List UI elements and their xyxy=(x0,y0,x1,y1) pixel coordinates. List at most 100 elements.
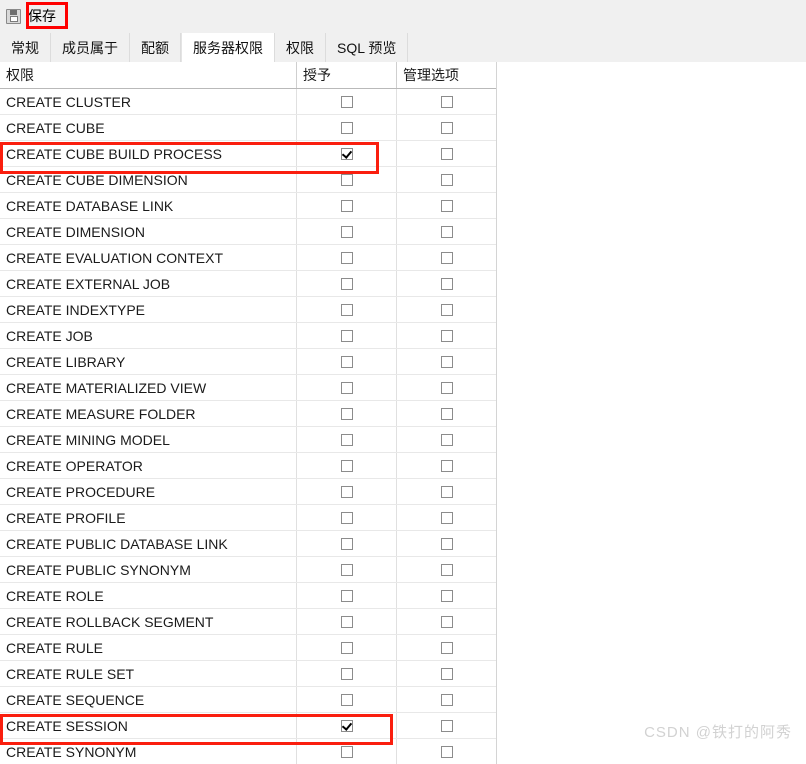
table-row[interactable]: CREATE OPERATOR xyxy=(0,453,496,479)
admin-option-checkbox[interactable] xyxy=(440,459,453,472)
save-button[interactable]: 保存 xyxy=(6,4,58,28)
grant-checkbox[interactable] xyxy=(340,407,353,420)
table-row[interactable]: CREATE ROLLBACK SEGMENT xyxy=(0,609,496,635)
admin-option-checkbox[interactable] xyxy=(440,225,453,238)
grant-checkbox[interactable] xyxy=(340,303,353,316)
tab-3[interactable]: 服务器权限 xyxy=(181,33,275,62)
table-row[interactable]: CREATE LIBRARY xyxy=(0,349,496,375)
tab-1[interactable]: 成员属于 xyxy=(51,33,130,62)
admin-option-cell xyxy=(397,505,496,530)
admin-option-checkbox[interactable] xyxy=(440,277,453,290)
table-row[interactable]: CREATE CUBE xyxy=(0,115,496,141)
grant-checkbox[interactable] xyxy=(340,615,353,628)
admin-option-checkbox[interactable] xyxy=(440,589,453,602)
tab-4[interactable]: 权限 xyxy=(275,33,326,62)
server-permissions-table[interactable]: 权限 授予 管理选项 CREATE CLUSTER CREATE CUBE CREA… xyxy=(0,62,497,764)
grant-checkbox[interactable] xyxy=(340,485,353,498)
admin-option-checkbox[interactable] xyxy=(440,381,453,394)
table-row[interactable]: CREATE EVALUATION CONTEXT xyxy=(0,245,496,271)
grant-cell xyxy=(297,245,397,270)
table-row[interactable]: CREATE DATABASE LINK xyxy=(0,193,496,219)
table-row[interactable]: CREATE RULE xyxy=(0,635,496,661)
grant-checkbox[interactable] xyxy=(340,147,353,160)
grant-checkbox[interactable] xyxy=(340,537,353,550)
grant-checkbox[interactable] xyxy=(340,251,353,264)
admin-option-checkbox[interactable] xyxy=(440,537,453,550)
table-row[interactable]: CREATE SYNONYM xyxy=(0,739,496,764)
admin-option-cell xyxy=(397,635,496,660)
grant-checkbox[interactable] xyxy=(340,95,353,108)
grant-checkbox[interactable] xyxy=(340,589,353,602)
table-row[interactable]: CREATE PUBLIC DATABASE LINK xyxy=(0,531,496,557)
admin-option-checkbox[interactable] xyxy=(440,407,453,420)
grant-checkbox[interactable] xyxy=(340,745,353,758)
table-row[interactable]: CREATE CLUSTER xyxy=(0,89,496,115)
tab-0[interactable]: 常规 xyxy=(0,33,51,62)
admin-option-checkbox[interactable] xyxy=(440,303,453,316)
grant-checkbox[interactable] xyxy=(340,563,353,576)
grant-checkbox[interactable] xyxy=(340,433,353,446)
grant-checkbox[interactable] xyxy=(340,173,353,186)
admin-option-checkbox[interactable] xyxy=(440,693,453,706)
table-row[interactable]: CREATE JOB xyxy=(0,323,496,349)
admin-option-checkbox[interactable] xyxy=(440,173,453,186)
admin-option-checkbox[interactable] xyxy=(440,251,453,264)
permission-name: CREATE EVALUATION CONTEXT xyxy=(0,245,297,270)
admin-option-checkbox[interactable] xyxy=(440,641,453,654)
grant-checkbox[interactable] xyxy=(340,355,353,368)
admin-option-checkbox[interactable] xyxy=(440,745,453,758)
admin-option-cell xyxy=(397,167,496,192)
admin-option-checkbox[interactable] xyxy=(440,667,453,680)
admin-option-checkbox[interactable] xyxy=(440,615,453,628)
tab-strip: 常规 成员属于 配额 服务器权限 权限 SQL 预览 xyxy=(0,33,806,62)
admin-option-checkbox[interactable] xyxy=(440,719,453,732)
table-row[interactable]: CREATE MINING MODEL xyxy=(0,427,496,453)
table-row[interactable]: CREATE SESSION xyxy=(0,713,496,739)
admin-option-cell xyxy=(397,479,496,504)
admin-option-checkbox[interactable] xyxy=(440,95,453,108)
grant-checkbox[interactable] xyxy=(340,381,353,394)
grant-checkbox[interactable] xyxy=(340,511,353,524)
table-row[interactable]: CREATE CUBE BUILD PROCESS xyxy=(0,141,496,167)
grant-checkbox[interactable] xyxy=(340,329,353,342)
table-row[interactable]: CREATE DIMENSION xyxy=(0,219,496,245)
grant-checkbox[interactable] xyxy=(340,225,353,238)
table-row[interactable]: CREATE MATERIALIZED VIEW xyxy=(0,375,496,401)
table-row[interactable]: CREATE EXTERNAL JOB xyxy=(0,271,496,297)
admin-option-checkbox[interactable] xyxy=(440,511,453,524)
table-row[interactable]: CREATE PUBLIC SYNONYM xyxy=(0,557,496,583)
table-row[interactable]: CREATE CUBE DIMENSION xyxy=(0,167,496,193)
admin-option-cell xyxy=(397,739,496,764)
permission-name: CREATE CLUSTER xyxy=(0,89,297,114)
grant-checkbox[interactable] xyxy=(340,459,353,472)
grant-cell xyxy=(297,219,397,244)
table-row[interactable]: CREATE INDEXTYPE xyxy=(0,297,496,323)
admin-option-checkbox[interactable] xyxy=(440,355,453,368)
table-row[interactable]: CREATE ROLE xyxy=(0,583,496,609)
grant-checkbox[interactable] xyxy=(340,641,353,654)
tab-5[interactable]: SQL 预览 xyxy=(326,33,409,62)
grant-cell xyxy=(297,557,397,582)
permission-name: CREATE LIBRARY xyxy=(0,349,297,374)
admin-option-checkbox[interactable] xyxy=(440,563,453,576)
admin-option-checkbox[interactable] xyxy=(440,199,453,212)
grant-checkbox[interactable] xyxy=(340,121,353,134)
grant-checkbox[interactable] xyxy=(340,199,353,212)
table-row[interactable]: CREATE MEASURE FOLDER xyxy=(0,401,496,427)
admin-option-checkbox[interactable] xyxy=(440,433,453,446)
admin-option-cell xyxy=(397,141,496,166)
admin-option-checkbox[interactable] xyxy=(440,147,453,160)
table-row[interactable]: CREATE PROCEDURE xyxy=(0,479,496,505)
grant-checkbox[interactable] xyxy=(340,277,353,290)
grant-checkbox[interactable] xyxy=(340,667,353,680)
grant-checkbox[interactable] xyxy=(340,693,353,706)
admin-option-checkbox[interactable] xyxy=(440,121,453,134)
table-row[interactable]: CREATE PROFILE xyxy=(0,505,496,531)
tab-list: 常规 成员属于 配额 服务器权限 权限 SQL 预览 xyxy=(0,33,409,62)
table-row[interactable]: CREATE RULE SET xyxy=(0,661,496,687)
table-row[interactable]: CREATE SEQUENCE xyxy=(0,687,496,713)
admin-option-checkbox[interactable] xyxy=(440,485,453,498)
admin-option-checkbox[interactable] xyxy=(440,329,453,342)
tab-2[interactable]: 配额 xyxy=(130,33,181,62)
grant-checkbox[interactable] xyxy=(340,719,353,732)
